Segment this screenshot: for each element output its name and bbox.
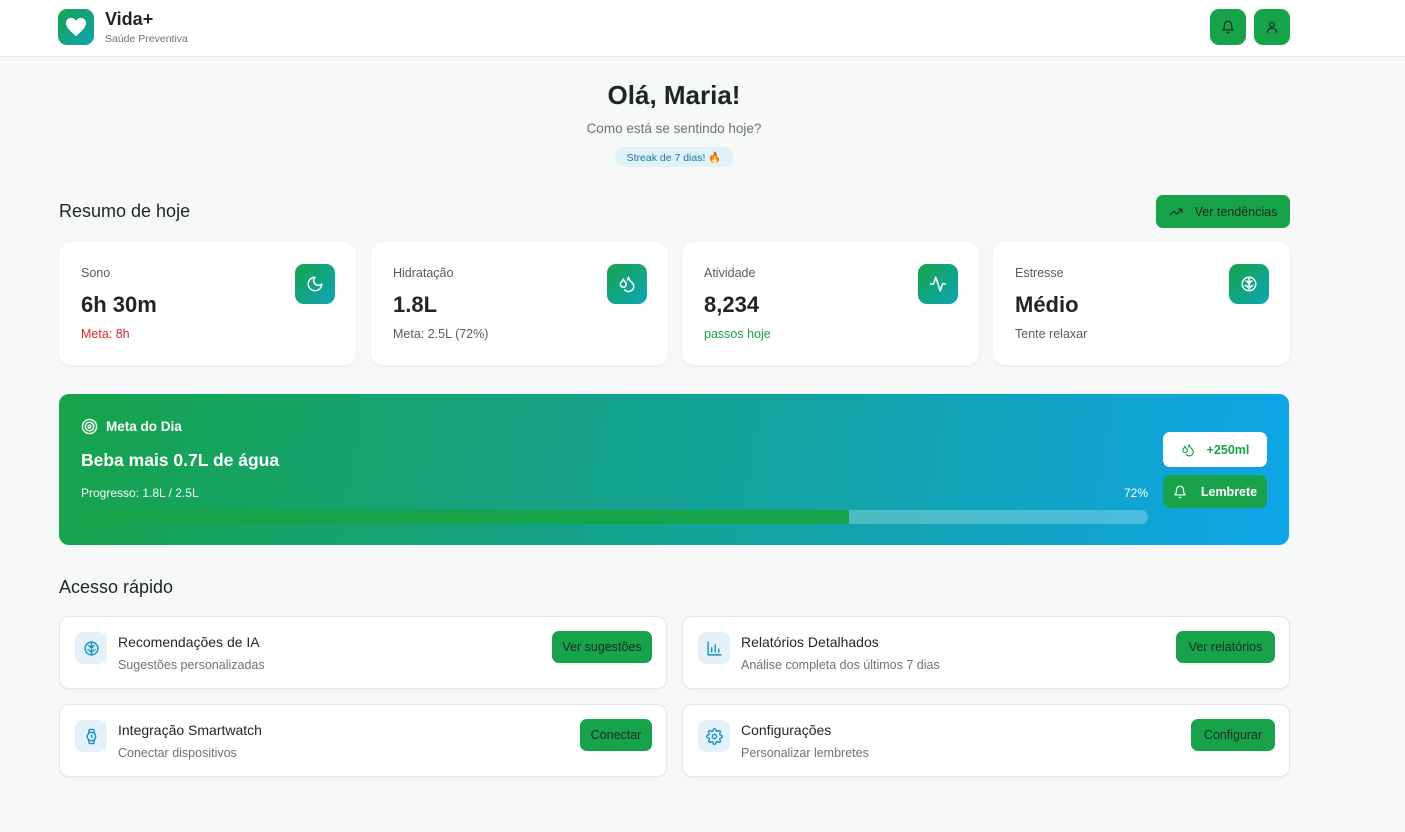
notifications-button[interactable] — [1210, 9, 1246, 45]
target-icon — [81, 418, 98, 435]
stat-value: 1.8L — [393, 292, 438, 317]
quick-access-title-text: Relatórios Detalhados — [741, 634, 879, 650]
stat-label: Atividade — [704, 266, 756, 280]
goal-progress-text: Progresso: 1.8L / 2.5L — [81, 486, 199, 500]
stat-card-stress: Estresse Médio Tente relaxar — [993, 242, 1290, 365]
add-water-label: +250ml — [1206, 442, 1250, 457]
logo[interactable] — [58, 9, 94, 45]
view-trends-button[interactable]: Ver tendências — [1156, 195, 1290, 228]
view-trends-label: Ver tendências — [1194, 204, 1278, 219]
bell-icon — [1174, 485, 1186, 498]
goal-heading: Meta do Dia — [81, 418, 182, 435]
connect-button[interactable]: Conectar — [580, 719, 652, 751]
reminder-button[interactable]: Lembrete — [1163, 475, 1267, 508]
stat-value: 8,234 — [704, 292, 760, 317]
quick-access-settings[interactable]: Configurações Personalizar lembretes Con… — [682, 704, 1290, 777]
bell-icon — [1222, 20, 1234, 34]
stat-note: Meta: 2.5L (72%) — [393, 327, 489, 341]
stat-value: Médio — [1015, 292, 1079, 317]
watch-icon — [75, 720, 107, 752]
stat-card-sleep: Sono 6h 30m Meta: 8h — [59, 242, 356, 365]
goal-heading-label: Meta do Dia — [106, 419, 182, 434]
quick-access-reports[interactable]: Relatórios Detalhados Análise completa d… — [682, 616, 1290, 689]
add-water-button[interactable]: +250ml — [1163, 432, 1267, 467]
configure-button[interactable]: Configurar — [1191, 719, 1275, 751]
trending-up-icon — [1169, 208, 1183, 215]
brain-icon — [1229, 264, 1269, 304]
summary-title: Resumo de hoje — [59, 201, 191, 221]
quick-access-subtitle: Conectar dispositivos — [118, 746, 237, 760]
quick-access-title-text: Configurações — [741, 722, 832, 738]
view-suggestions-button[interactable]: Ver sugestões — [552, 631, 652, 663]
quick-access-subtitle: Sugestões personalizadas — [118, 658, 265, 672]
droplets-icon — [607, 264, 647, 304]
stat-card-hydration: Hidratação 1.8L Meta: 2.5L (72%) — [371, 242, 668, 365]
settings-icon — [698, 720, 730, 752]
quick-access-subtitle: Personalizar lembretes — [741, 746, 869, 760]
stat-note: passos hoje — [704, 327, 771, 341]
quick-access-ai[interactable]: Recomendações de IA Sugestões personaliz… — [59, 616, 667, 689]
profile-button[interactable] — [1254, 9, 1290, 45]
user-icon — [1266, 21, 1278, 33]
stat-card-activity: Atividade 8,234 passos hoje — [682, 242, 979, 365]
stat-note: Meta: 8h — [81, 327, 130, 341]
quick-access-subtitle: Análise completa dos últimos 7 dias — [741, 658, 940, 672]
greeting-subtitle: Como está se sentindo hoje? — [586, 121, 762, 136]
stat-label: Estresse — [1015, 266, 1064, 280]
streak-badge: Streak de 7 dias! 🔥 — [615, 147, 733, 167]
quick-access-title-text: Recomendações de IA — [118, 634, 260, 650]
goal-title: Beba mais 0.7L de água — [81, 450, 280, 470]
quick-access-smartwatch[interactable]: Integração Smartwatch Conectar dispositi… — [59, 704, 667, 777]
stat-note: Tente relaxar — [1015, 327, 1088, 341]
moon-icon — [295, 264, 335, 304]
bar-chart-icon — [698, 632, 730, 664]
droplets-icon — [1181, 443, 1194, 456]
stat-value: 6h 30m — [81, 292, 157, 317]
stat-label: Hidratação — [393, 266, 454, 280]
brand-tagline: Saúde Preventiva — [105, 33, 188, 45]
brand-name: Vida+ — [105, 9, 154, 29]
goal-progress-fill — [81, 510, 850, 524]
goal-progress-bar — [81, 510, 1148, 524]
heart-icon — [66, 17, 86, 37]
daily-goal-banner: Meta do Dia Beba mais 0.7L de água Progr… — [59, 394, 1289, 545]
top-header: Vida+ Saúde Preventiva — [0, 0, 1405, 57]
view-reports-button[interactable]: Ver relatórios — [1176, 631, 1275, 663]
quick-access-title-text: Integração Smartwatch — [118, 722, 262, 738]
greeting-title: Olá, Maria! — [607, 80, 741, 110]
goal-percent: 72% — [1124, 486, 1149, 500]
reminder-label: Lembrete — [1200, 484, 1258, 499]
brain-icon — [75, 632, 107, 664]
stat-label: Sono — [81, 266, 111, 280]
quick-access-title: Acesso rápido — [59, 577, 174, 597]
activity-icon — [918, 264, 958, 304]
